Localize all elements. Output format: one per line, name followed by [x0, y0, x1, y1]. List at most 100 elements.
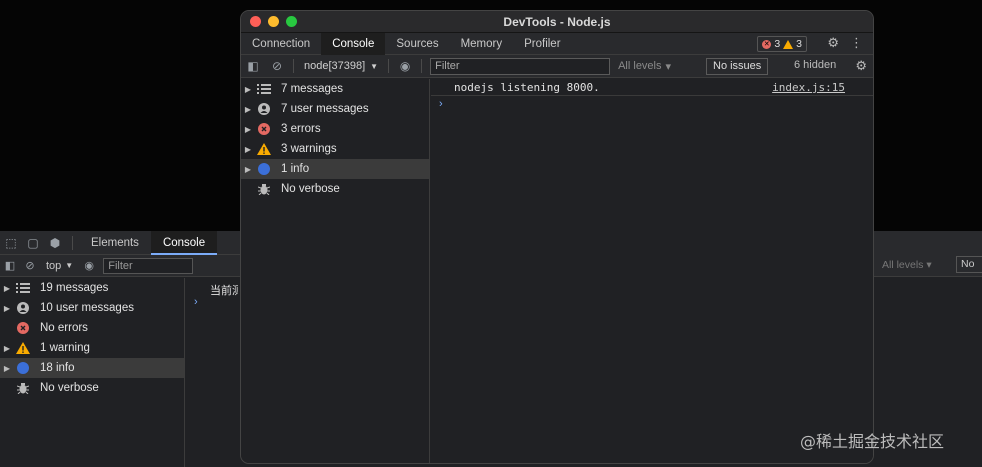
settings-gear-icon[interactable]: ⚙ [827, 35, 839, 51]
bg-console-sidebar: ▶ 19 messages ▶ 10 user messages No erro… [0, 278, 185, 467]
sidebar-item-user-messages[interactable]: ▶ 10 user messages [0, 298, 184, 318]
error-count: 3 [774, 38, 781, 50]
sidebar-toggle-icon[interactable]: ◧ [0, 255, 20, 277]
error-icon: ✕ [762, 39, 772, 49]
expand-arrow-icon[interactable]: ▶ [241, 125, 255, 134]
extension-icon[interactable]: ⬢ [44, 231, 66, 255]
eye-icon[interactable]: ◉ [393, 55, 417, 77]
tab-console[interactable]: Console [321, 32, 386, 55]
warning-icon [255, 142, 273, 156]
console-prompt[interactable]: › [194, 296, 198, 308]
expand-arrow-icon[interactable]: ▶ [241, 145, 255, 154]
issue-counts-button[interactable]: ✕ 3 3 [757, 36, 807, 52]
sidebar-item-label: 3 warnings [281, 143, 337, 155]
context-label: top [46, 259, 62, 272]
sidebar-item-label: 1 info [281, 163, 310, 175]
console-prompt[interactable]: › [439, 98, 443, 110]
sidebar-item-verbose[interactable]: No verbose [0, 378, 184, 398]
levels-label: All levels [882, 259, 924, 271]
tab-elements[interactable]: Elements [79, 231, 151, 255]
tab-console[interactable]: Console [150, 230, 218, 255]
chevron-down-icon: ▼ [65, 261, 74, 270]
expand-arrow-icon[interactable]: ▶ [0, 284, 14, 293]
eye-icon[interactable]: ◉ [79, 255, 99, 277]
divider [293, 59, 294, 73]
levels-dropdown[interactable]: All levels ▾ [882, 259, 932, 271]
info-icon [255, 162, 273, 176]
console-message: 当前测 [210, 285, 238, 297]
expand-arrow-icon[interactable]: ▶ [0, 344, 14, 353]
issues-button[interactable]: No [956, 256, 982, 273]
chevron-down-icon: ▼ [370, 61, 379, 71]
tab-memory[interactable]: Memory [450, 33, 514, 55]
console-output[interactable]: nodejs listening 8000. index.js:15 › [431, 79, 873, 463]
list-icon [14, 281, 32, 295]
bg-toolbar: ◧ ⊘ top ▼ ◉ Filter [0, 255, 240, 277]
sidebar-item-warnings[interactable]: ▶ 1 warning [0, 338, 184, 358]
context-selector[interactable]: top ▼ [40, 260, 79, 272]
tab-connection[interactable]: Connection [241, 33, 321, 55]
tab-profiler[interactable]: Profiler [513, 33, 571, 55]
sidebar-item-messages[interactable]: ▶ 7 messages [241, 79, 429, 99]
expand-arrow-icon[interactable]: ▶ [0, 364, 14, 373]
user-icon [255, 102, 273, 116]
warning-count: 3 [796, 38, 802, 50]
sidebar-item-label: No errors [40, 322, 88, 334]
error-icon [14, 321, 32, 335]
console-log-row: nodejs listening 8000. index.js:15 [431, 79, 873, 96]
sidebar-item-verbose[interactable]: No verbose [241, 179, 429, 199]
context-selector[interactable]: node[37398] ▼ [298, 60, 384, 72]
divider [72, 235, 73, 250]
devtools-window: DevTools - Node.js Connection Console So… [240, 10, 874, 464]
error-icon [255, 122, 273, 136]
console-settings-gear-icon[interactable]: ⚙ [855, 58, 867, 74]
sidebar-item-label: 18 info [40, 362, 75, 374]
inspect-icon[interactable]: ⬚ [0, 231, 22, 255]
bg-console-output[interactable]: 当前测 › [186, 278, 240, 467]
sidebar-item-messages[interactable]: ▶ 19 messages [0, 278, 184, 298]
info-icon [14, 361, 32, 375]
expand-arrow-icon[interactable]: ▶ [241, 165, 255, 174]
sidebar-item-label: 7 messages [281, 83, 344, 95]
clear-console-icon[interactable]: ⊘ [20, 255, 40, 277]
bug-icon [255, 182, 273, 196]
sidebar-item-label: 7 user messages [281, 103, 369, 115]
context-label: node[37398] [304, 60, 366, 72]
sidebar-item-info[interactable]: ▶ 18 info [0, 358, 184, 378]
sidebar-item-warnings[interactable]: ▶ 3 warnings [241, 139, 429, 159]
divider [421, 59, 423, 73]
sidebar-item-user-messages[interactable]: ▶ 7 user messages [241, 99, 429, 119]
sidebar-item-errors[interactable]: No errors [0, 318, 184, 338]
filter-input[interactable]: Filter [430, 57, 611, 75]
bug-icon [14, 381, 32, 395]
sidebar-toggle-icon[interactable]: ◧ [241, 55, 265, 77]
filter-input[interactable]: Filter [103, 257, 194, 274]
device-toggle-icon[interactable]: ▢ [22, 231, 44, 255]
bg-toolbar-right: All levels ▾ No [874, 231, 982, 277]
sidebar-item-label: 10 user messages [40, 302, 134, 314]
tab-sources[interactable]: Sources [385, 33, 449, 55]
title-bar: DevTools - Node.js [241, 11, 873, 33]
sidebar-item-errors[interactable]: ▶ 3 errors [241, 119, 429, 139]
chevron-down-icon: ▾ [665, 60, 672, 73]
source-link[interactable]: index.js:15 [772, 81, 845, 94]
sidebar-item-label: 1 warning [40, 342, 90, 354]
levels-label: All levels [618, 60, 662, 72]
sidebar-item-info[interactable]: ▶ 1 info [241, 159, 429, 179]
bg-tabbar: ⬚ ▢ ⬢ Elements Console [0, 230, 240, 255]
site-watermark: @稀土掘金技术社区 [800, 432, 945, 451]
console-sidebar: ▶ 7 messages ▶ 7 user messages ▶ 3 error… [241, 79, 430, 463]
panel-tabbar: Connection Console Sources Memory Profil… [241, 32, 873, 55]
sidebar-item-label: No verbose [40, 382, 99, 394]
expand-arrow-icon[interactable]: ▶ [241, 105, 255, 114]
clear-console-icon[interactable]: ⊘ [265, 55, 289, 77]
expand-arrow-icon[interactable]: ▶ [241, 85, 255, 94]
issues-button[interactable]: No issues [706, 58, 769, 75]
divider [388, 59, 390, 73]
levels-dropdown[interactable]: All levels ▾ [618, 60, 671, 73]
user-icon [14, 301, 32, 315]
sidebar-item-label: 19 messages [40, 282, 109, 294]
more-options-icon[interactable]: ⋮ [850, 35, 863, 51]
console-toolbar: ◧ ⊘ node[37398] ▼ ◉ Filter All levels ▾ … [241, 55, 873, 78]
expand-arrow-icon[interactable]: ▶ [0, 304, 14, 313]
